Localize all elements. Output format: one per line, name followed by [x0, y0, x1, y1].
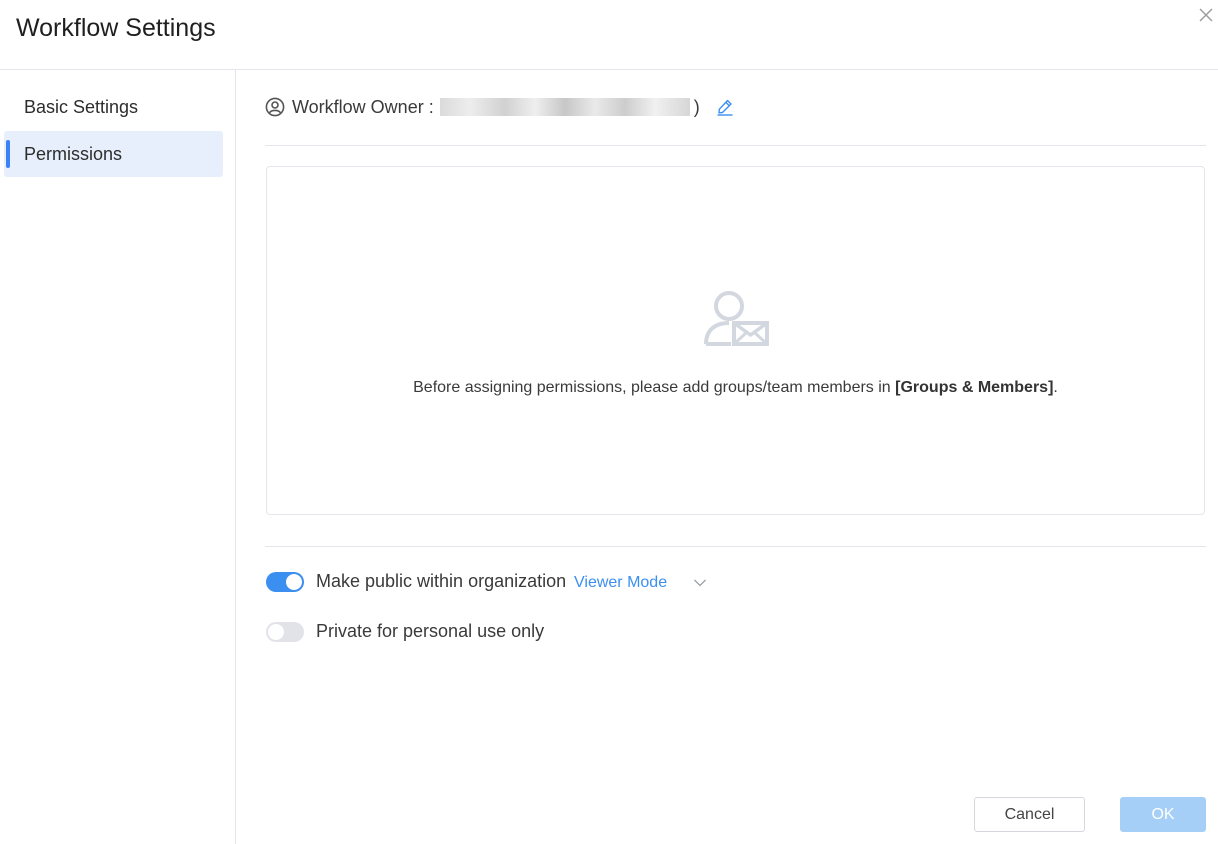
viewer-mode-label: Viewer Mode [574, 574, 668, 591]
section-divider [265, 546, 1206, 547]
sidebar-item-permissions[interactable]: Permissions [4, 131, 223, 177]
toggle-knob [268, 624, 284, 640]
groups-members-link[interactable]: [Groups & Members] [895, 379, 1053, 396]
user-circle-icon [265, 97, 285, 117]
sidebar-item-label: Permissions [24, 144, 123, 164]
dialog-title: Workflow Settings [16, 14, 216, 42]
cancel-button[interactable]: Cancel [974, 797, 1085, 832]
public-option-label: Make public within organization [316, 571, 567, 591]
viewer-mode-dropdown[interactable]: Viewer Mode [574, 573, 707, 593]
private-toggle[interactable] [266, 622, 304, 642]
user-mail-icon [704, 291, 769, 346]
active-indicator [6, 140, 10, 168]
close-icon[interactable] [1197, 6, 1215, 24]
redacted-owner-name [439, 98, 690, 116]
sidebar-item-label: Basic Settings [24, 97, 139, 117]
toggle-knob [286, 574, 302, 590]
header-divider [0, 69, 1218, 70]
sidebar-divider [235, 70, 236, 844]
pencil-icon[interactable] [716, 98, 734, 116]
workflow-owner-row: Workflow Owner : ) [265, 94, 734, 120]
owner-label: Workflow Owner : [292, 96, 434, 117]
section-divider [265, 145, 1206, 146]
chevron-down-icon [694, 579, 707, 587]
empty-state-message: Before assigning permissions, please add… [413, 379, 1058, 396]
permissions-empty-state: Before assigning permissions, please add… [266, 166, 1205, 515]
owner-suffix: ) [693, 96, 700, 117]
sidebar-item-basic-settings[interactable]: Basic Settings [4, 84, 223, 130]
ok-button[interactable]: OK [1120, 797, 1206, 832]
public-toggle[interactable] [266, 572, 304, 592]
private-option-label: Private for personal use only [316, 621, 545, 641]
